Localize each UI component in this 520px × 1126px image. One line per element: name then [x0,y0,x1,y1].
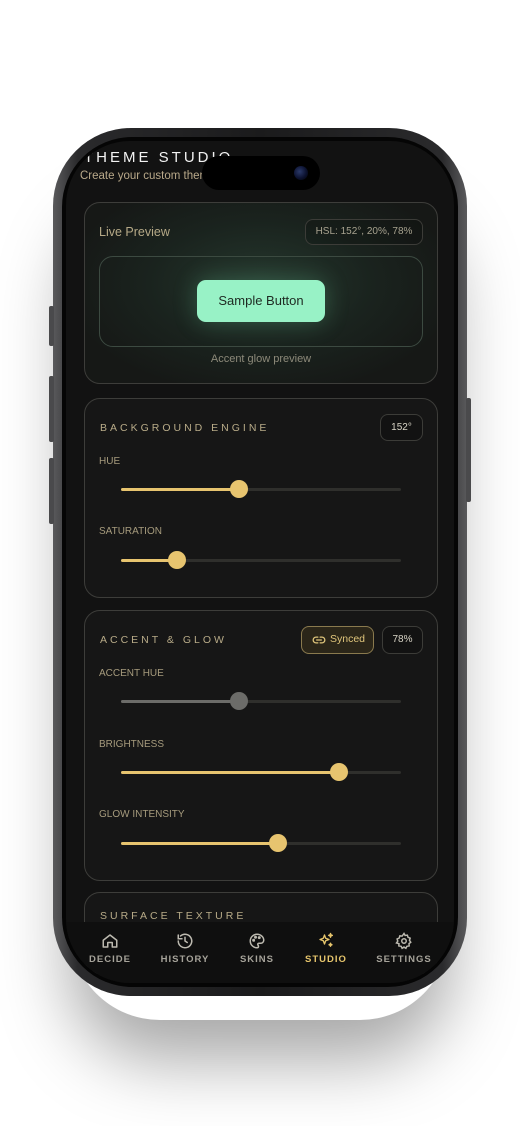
tab-settings[interactable]: SETTINGS [376,932,432,965]
accent-hue-slider-thumb[interactable] [229,692,248,710]
tab-decide[interactable]: DECIDE [88,932,132,965]
accent-hue-slider-fill [121,700,239,703]
camera-icon [294,166,308,180]
brightness-label: BRIGHTNESS [99,739,165,750]
glow-intensity-slider[interactable] [121,834,401,852]
tab-studio-label: STUDIO [305,954,347,965]
glow-intensity-slider-fill [121,842,278,845]
dynamic-island [202,156,320,190]
volume-up-button [49,376,54,442]
sample-button[interactable]: Sample Button [197,280,325,322]
accent-glow-card: ACCENT & GLOW Synced 78% ACCENT HUE BRIG… [84,610,438,881]
tab-studio[interactable]: STUDIO [301,932,351,965]
saturation-slider[interactable] [121,551,401,569]
page-subtitle: Create your custom theme [80,170,216,182]
tab-history-label: HISTORY [160,954,210,965]
tab-settings-label: SETTINGS [376,954,432,965]
saturation-label: SATURATION [99,526,162,537]
history-icon [177,933,193,949]
brightness-percent-badge: 78% [382,626,423,654]
gear-icon [395,932,412,950]
app-screen: THEME STUDIO Create your custom theme Li… [66,141,454,983]
brightness-slider-thumb[interactable] [330,763,349,781]
tab-skins[interactable]: SKINS [234,932,280,965]
saturation-slider-thumb[interactable] [168,551,186,569]
brightness-slider-fill [121,771,340,774]
synced-label: Synced [330,633,366,645]
hue-label: HUE [99,456,121,467]
glow-intensity-slider-thumb[interactable] [268,834,287,852]
link-icon [312,636,326,644]
hsl-badge: HSL: 152°, 20%, 78% [305,219,423,245]
surface-texture-title: SURFACE TEXTURE [100,910,247,922]
volume-down-button [49,458,54,524]
live-preview-card: Live Preview HSL: 152°, 20%, 78% Sample … [84,202,438,384]
hue-slider-thumb[interactable] [229,480,248,498]
tab-skins-label: SKINS [239,954,275,965]
synced-toggle[interactable]: Synced [301,626,374,654]
glow-intensity-label: GLOW INTENSITY [99,809,185,820]
action-button [49,306,54,346]
hue-slider[interactable] [121,480,401,498]
accent-hue-label: ACCENT HUE [99,668,164,679]
accent-glow-title: ACCENT & GLOW [100,634,227,646]
home-icon [102,934,118,948]
sparkles-icon [319,932,334,947]
accent-hue-slider[interactable] [121,692,401,710]
background-engine-card: BACKGROUND ENGINE 152° HUE SATURATION [84,398,438,598]
live-preview-title: Live Preview [99,225,170,239]
hue-slider-fill [121,488,239,491]
tab-history[interactable]: HISTORY [159,932,211,965]
brightness-slider[interactable] [121,763,401,781]
hue-degree-badge: 152° [380,414,423,441]
preview-box: Sample Button [99,256,423,347]
palette-icon [249,933,265,949]
power-button [466,398,471,502]
accent-glow-caption: Accent glow preview [210,353,312,365]
tab-decide-label: DECIDE [89,954,131,965]
bottom-tab-bar: DECIDE HISTORY SKINS STUDIO SETTINGS [66,922,454,983]
background-engine-title: BACKGROUND ENGINE [100,422,270,434]
